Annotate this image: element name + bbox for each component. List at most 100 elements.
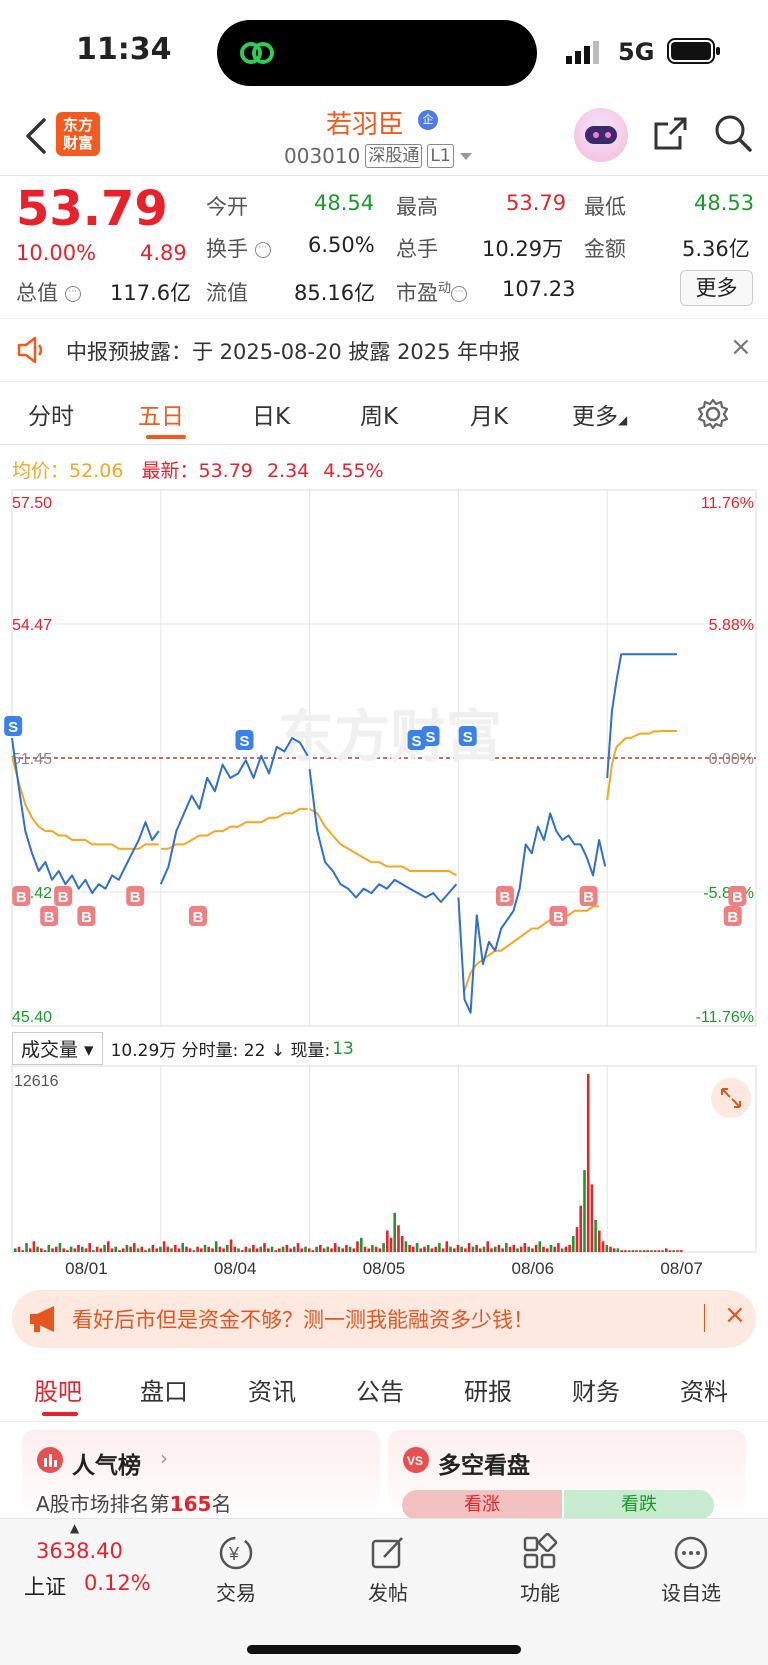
buy-marker: B — [728, 886, 747, 906]
tab-monthly-k[interactable]: 月K — [470, 397, 508, 431]
tab-financials[interactable]: 财务 — [572, 1372, 620, 1407]
index-value[interactable]: 3638.40 — [36, 1539, 123, 1563]
volume-bar — [501, 1248, 504, 1252]
nav-trade[interactable]: 交易 — [196, 1577, 276, 1606]
volume-bar — [348, 1246, 352, 1252]
status-time: 11:34 — [76, 32, 172, 67]
tab-weekly-k[interactable]: 周K — [360, 397, 398, 431]
volume-info: 10.29万 分时量: 22 ↓ 现量: — [110, 1041, 331, 1061]
volume-bar — [81, 1246, 84, 1252]
volume-bar — [564, 1246, 568, 1252]
volume-bar — [207, 1246, 210, 1252]
turnover-label: 换手 ··· — [206, 233, 271, 263]
y-left-tick-label: 57.50 — [12, 495, 52, 512]
volume-bar — [553, 1246, 556, 1252]
stock-code-row[interactable]: 003010 深股通 L1 — [284, 144, 473, 168]
settings-gear-icon[interactable] — [696, 397, 730, 431]
expand-icon[interactable] — [711, 1078, 751, 1118]
volume-bar — [642, 1250, 646, 1252]
volume-bar — [549, 1244, 553, 1252]
volume-bar — [285, 1244, 289, 1252]
volume-bar — [259, 1246, 263, 1252]
buy-marker: B — [126, 886, 145, 906]
y-right-tick-label: 11.76% — [701, 495, 754, 512]
notice-bar[interactable]: 中报预披露：于 2025-08-20 披露 2025 年中报 × — [0, 320, 768, 382]
tab-announcements[interactable]: 公告 — [356, 1372, 404, 1407]
volume-bar — [136, 1248, 140, 1252]
volume-bar — [546, 1248, 549, 1252]
trade-icon[interactable]: ¥ — [216, 1533, 256, 1573]
volume-bar — [200, 1248, 203, 1252]
tab-news[interactable]: 资讯 — [248, 1372, 296, 1407]
vote-down-button[interactable]: 看跌 — [564, 1490, 714, 1520]
volume-bar — [650, 1250, 653, 1252]
enterprise-badge: 企 — [418, 110, 438, 130]
index-name[interactable]: 上证 — [24, 1571, 66, 1601]
volume-bar — [73, 1248, 77, 1252]
tab-daily-k[interactable]: 日K — [252, 397, 290, 431]
more-button[interactable]: 更多 — [680, 270, 753, 306]
indicator-selector[interactable]: 成交量 ▾ — [12, 1032, 103, 1065]
volume-bar — [330, 1248, 333, 1252]
margin-ad-banner[interactable]: 看好后市但是资金不够？测一测我能融资多少钱！ × — [12, 1290, 756, 1348]
volume-bar — [229, 1239, 233, 1252]
vote-up-button[interactable]: 看涨 — [402, 1490, 562, 1520]
volume-bar — [363, 1246, 367, 1252]
tab-more[interactable]: 更多◢ — [572, 397, 627, 431]
popularity-card[interactable]: 人气榜 › A股市场排名第165名 — [22, 1430, 380, 1520]
volume-bar — [25, 1243, 28, 1252]
volume-bar — [479, 1248, 482, 1252]
tab-forum[interactable]: 股吧 — [34, 1372, 82, 1407]
volume-bar — [612, 1248, 616, 1252]
functions-icon[interactable] — [520, 1533, 560, 1573]
tab-profile[interactable]: 资料 — [680, 1372, 728, 1407]
app-logo[interactable]: 东方 财富 — [56, 112, 100, 156]
tab-intraday[interactable]: 分时 — [28, 397, 74, 431]
volume-bar — [110, 1248, 114, 1252]
volume-bar — [505, 1243, 508, 1252]
signal-icon — [566, 41, 599, 64]
volume-bar — [133, 1243, 136, 1252]
ad-text: 看好后市但是资金不够？测一测我能融资多少钱！ — [72, 1308, 534, 1332]
tab-five-day[interactable]: 五日 — [138, 397, 184, 431]
volume-bar — [255, 1248, 259, 1252]
low-value: 48.53 — [694, 191, 755, 215]
volume-bar — [196, 1246, 199, 1252]
volume-max-label: 12616 — [14, 1073, 59, 1090]
tab-orderbook[interactable]: 盘口 — [140, 1372, 188, 1407]
volume-bar — [601, 1241, 605, 1252]
volume-bar — [237, 1248, 240, 1252]
sell-marker-label: S — [412, 733, 422, 750]
volume-bar — [92, 1250, 95, 1252]
add-watchlist-icon[interactable] — [671, 1533, 711, 1573]
assistant-avatar[interactable] — [574, 108, 628, 162]
y-right-tick-label: 5.88% — [709, 617, 754, 634]
buy-marker-label: B — [16, 889, 27, 906]
tab-research[interactable]: 研报 — [464, 1372, 512, 1407]
search-icon[interactable] — [712, 112, 754, 154]
back-icon[interactable] — [24, 116, 48, 156]
nav-add-watchlist[interactable]: 设自选 — [651, 1577, 731, 1606]
x-day-label: 08/04 — [214, 1259, 257, 1278]
volume-bar — [293, 1246, 296, 1252]
nav-functions[interactable]: 功能 — [500, 1577, 580, 1606]
volume-bar — [393, 1212, 396, 1252]
volume-bar — [99, 1248, 103, 1252]
volume-bar — [482, 1246, 486, 1252]
volume-bar — [586, 1074, 590, 1252]
five-day-chart[interactable]: 东方财富57.50 11.76%54.47 5.88%51.45 0.00%48.42… — [0, 488, 768, 1288]
share-icon[interactable] — [650, 114, 690, 154]
index-pct[interactable]: 0.12% — [84, 1571, 151, 1595]
latest-change: 2.34 — [266, 460, 310, 482]
bull-bear-card[interactable]: VS 多空看盘 看涨 看跌 — [388, 1430, 746, 1520]
stock-name[interactable]: 若羽臣 — [326, 104, 404, 141]
notice-close-button[interactable]: × — [730, 332, 752, 362]
volume-bar — [441, 1248, 445, 1252]
volume-bar — [319, 1244, 322, 1252]
x-day-label: 08/01 — [65, 1259, 108, 1278]
post-icon[interactable] — [368, 1533, 408, 1573]
logo-text-2: 财富 — [62, 134, 93, 152]
ad-close-button[interactable]: × — [724, 1300, 746, 1330]
nav-post[interactable]: 发帖 — [348, 1577, 428, 1606]
buy-marker-label: B — [732, 889, 743, 906]
